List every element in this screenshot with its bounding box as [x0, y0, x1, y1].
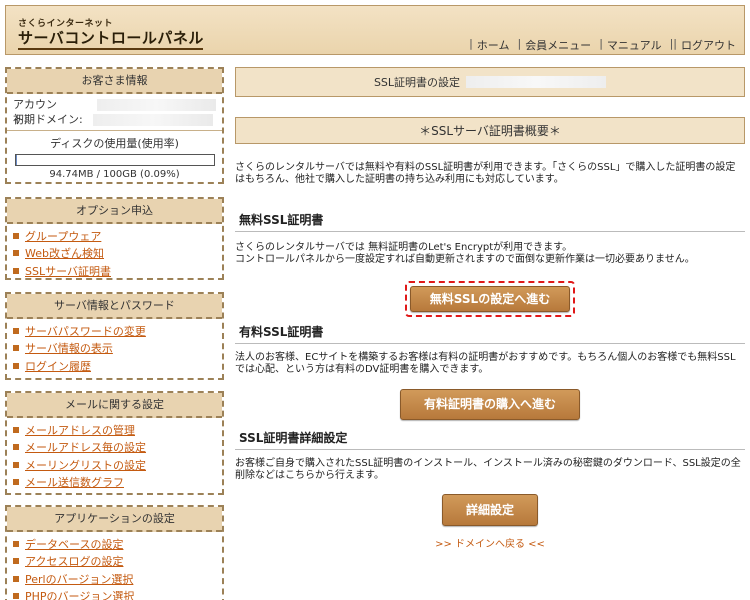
bullet-square-icon	[13, 327, 19, 334]
overview-title: ＊SSLサーバ証明書概要＊	[419, 124, 561, 138]
menu-item-perl-version[interactable]: Perlのバージョン選択	[13, 570, 216, 588]
menu-link-mail-graph[interactable]: メール送信数グラフ	[25, 474, 124, 490]
menu-link-perl-version[interactable]: Perlのバージョン選択	[25, 571, 133, 587]
bullet-square-icon	[13, 362, 19, 369]
menu-link-server-password[interactable]: サーバパスワードの変更	[25, 323, 146, 339]
bullet-square-icon	[13, 444, 19, 451]
menu-item-server-info[interactable]: サーバ情報の表示	[13, 340, 216, 358]
nav-logout-link[interactable]: ログアウト	[681, 37, 736, 53]
bullet-square-icon	[13, 540, 19, 547]
ssl-detail-text: お客様ご自身で購入されたSSL証明書のインストール、インストール済みの秘密鍵のダ…	[235, 458, 741, 481]
logo-title-text: サーバコントロールパネル	[18, 29, 204, 47]
disk-usage-text: 94.74MB / 100GB (0.09%)	[49, 169, 180, 180]
page-title-bar: SSL証明書の設定	[235, 67, 745, 97]
menu-item-mail-graph[interactable]: メール送信数グラフ	[13, 474, 216, 492]
bullet-square-icon	[13, 345, 19, 352]
menu-link-groupware[interactable]: グループウェア	[25, 228, 101, 244]
bullet-square-icon	[13, 232, 19, 239]
menu-link-server-info[interactable]: サーバ情報の表示	[25, 340, 113, 356]
free-ssl-text-1: さくらのレンタルサーバでは 無料証明書のLet's Encryptが利用できます…	[235, 242, 573, 253]
bullet-square-icon	[13, 426, 19, 433]
account-row: アカウント:	[13, 97, 216, 126]
ssl-detail-heading: SSL証明書詳細設定	[235, 428, 745, 450]
free-ssl-button-highlight: 無料SSLの設定へ進む	[405, 281, 575, 317]
menu-link-ssl-certificate[interactable]: SSLサーバ証明書	[25, 263, 111, 279]
overview-title-bar: ＊SSLサーバ証明書概要＊	[235, 117, 745, 144]
bullet-square-icon	[13, 575, 19, 582]
menu-item-mail-address[interactable]: メールアドレスの管理	[13, 421, 216, 439]
menu-link-mail-address-settings[interactable]: メールアドレス毎の設定	[25, 439, 146, 455]
bullet-square-icon	[13, 250, 19, 257]
disk-usage-bar	[14, 154, 215, 166]
menu-link-mailing-list[interactable]: メーリングリストの設定	[25, 457, 146, 473]
menu-link-mail-address[interactable]: メールアドレスの管理	[25, 422, 135, 438]
account-value-redacted	[97, 99, 216, 111]
bullet-square-icon	[13, 461, 19, 468]
disk-usage-title: ディスクの使用量(使用率)	[7, 130, 222, 151]
option-menu-box: オプション申込 グループウェア Web改ざん検知 SSLサーバ証明書	[5, 197, 224, 280]
mail-menu-box: メールに関する設定 メールアドレスの管理 メールアドレス毎の設定 メーリングリス…	[5, 391, 224, 495]
bullet-square-icon	[13, 558, 19, 565]
domain-row: 初期ドメイン:	[13, 112, 216, 127]
overview-text: さくらのレンタルサーバでは無料や有料のSSL証明書が利用できます。「さくらのSS…	[235, 162, 736, 185]
bullet-square-icon	[13, 479, 19, 486]
account-label: アカウント:	[13, 98, 57, 126]
logo-company-text: さくらインターネット	[18, 19, 114, 29]
paid-ssl-heading: 有料SSL証明書	[235, 322, 745, 344]
ssl-detail-settings-button[interactable]: 詳細設定	[442, 494, 538, 526]
menu-link-php-version[interactable]: PHPのバージョン選択	[25, 588, 134, 600]
customer-info-title: お客さま情報	[7, 69, 222, 94]
logo-underline	[18, 48, 203, 50]
menu-item-mailing-list[interactable]: メーリングリストの設定	[13, 456, 216, 474]
main-content: SSL証明書の設定 ＊SSLサーバ証明書概要＊ さくらのレンタルサーバでは無料や…	[235, 67, 745, 550]
domain-name-redacted	[466, 76, 607, 88]
paid-ssl-purchase-button[interactable]: 有料証明書の購入へ進む	[400, 389, 580, 420]
app-menu-box: アプリケーションの設定 データベースの設定 アクセスログの設定 Perlのバージ…	[5, 505, 224, 600]
menu-item-php-version[interactable]: PHPのバージョン選択	[13, 588, 216, 600]
menu-item-mail-address-settings[interactable]: メールアドレス毎の設定	[13, 439, 216, 457]
menu-link-database[interactable]: データベースの設定	[25, 536, 123, 552]
top-navigation: | ホーム | 会員メニュー | マニュアル || ログアウト	[469, 37, 736, 53]
initial-domain-value-redacted	[92, 114, 213, 126]
nav-manual-link[interactable]: マニュアル	[607, 37, 662, 53]
menu-link-login-history[interactable]: ログイン履歴	[25, 358, 91, 374]
menu-item-login-history[interactable]: ログイン履歴	[13, 357, 216, 375]
nav-home-link[interactable]: ホーム	[477, 37, 510, 53]
control-panel-logo[interactable]: さくらインターネット サーバコントロールパネル	[18, 20, 204, 50]
mail-menu-title: メールに関する設定	[7, 393, 222, 418]
menu-item-groupware[interactable]: グループウェア	[13, 227, 216, 245]
menu-item-access-log[interactable]: アクセスログの設定	[13, 553, 216, 571]
menu-item-database[interactable]: データベースの設定	[13, 535, 216, 553]
customer-info-box: お客さま情報 アカウント: 初期ドメイン: ディスクの使用量(使用率) 94.7…	[5, 67, 224, 184]
app-menu-title: アプリケーションの設定	[7, 507, 222, 532]
option-menu-title: オプション申込	[7, 199, 222, 224]
server-menu-box: サーバ情報とパスワード サーバパスワードの変更 サーバ情報の表示 ログイン履歴	[5, 292, 224, 380]
paid-ssl-text: 法人のお客様、ECサイトを構築するお客様は有料の証明書がおすすめです。もちろん個…	[235, 352, 736, 375]
page-title: SSL証明書の設定	[373, 76, 461, 89]
bullet-square-icon	[13, 593, 19, 600]
menu-item-ssl-certificate[interactable]: SSLサーバ証明書	[13, 262, 216, 280]
free-ssl-text-2: コントロールパネルから一度設定すれば自動更新されますので面倒な更新作業は一切必要…	[235, 254, 695, 265]
free-ssl-heading: 無料SSL証明書	[235, 210, 745, 232]
menu-link-access-log[interactable]: アクセスログの設定	[25, 553, 123, 569]
initial-domain-label: 初期ドメイン:	[13, 113, 83, 126]
menu-item-server-password[interactable]: サーバパスワードの変更	[13, 322, 216, 340]
nav-member-menu-link[interactable]: 会員メニュー	[525, 37, 591, 53]
header-bar: さくらインターネット サーバコントロールパネル | ホーム | 会員メニュー |…	[5, 5, 745, 55]
menu-link-web-tamper-detection[interactable]: Web改ざん検知	[25, 245, 104, 261]
bullet-square-icon	[13, 267, 19, 274]
server-menu-title: サーバ情報とパスワード	[7, 294, 222, 319]
back-to-domain-link[interactable]: >> ドメインへ戻る <<	[435, 539, 545, 550]
free-ssl-setup-button[interactable]: 無料SSLの設定へ進む	[410, 286, 570, 312]
menu-item-web-tamper-detection[interactable]: Web改ざん検知	[13, 245, 216, 263]
